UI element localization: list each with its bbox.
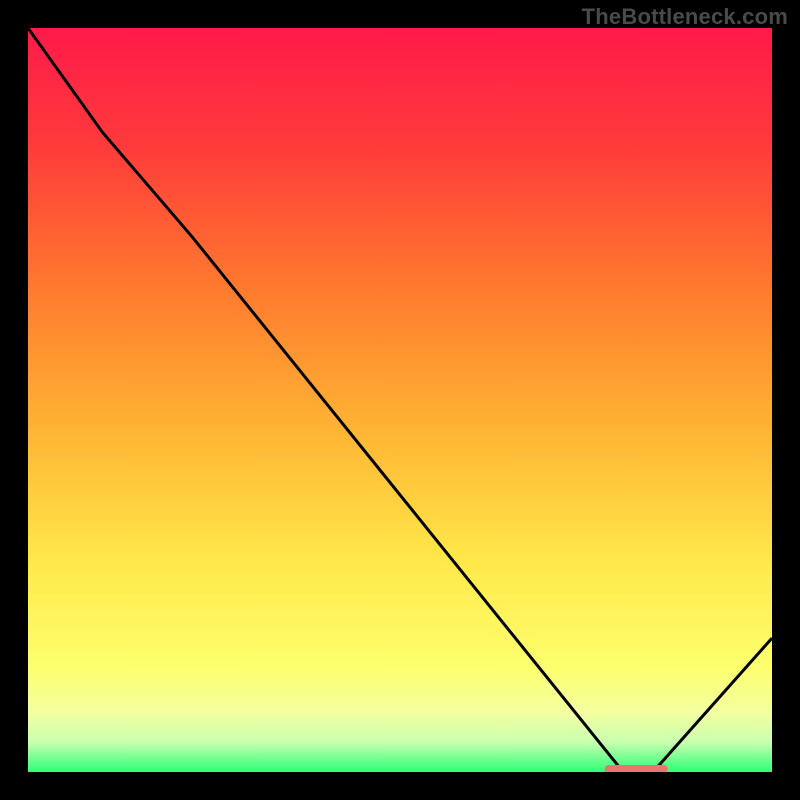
gradient-background xyxy=(28,28,772,772)
chart-svg xyxy=(28,28,772,772)
marker-segment xyxy=(605,765,668,772)
plot-area xyxy=(28,28,772,772)
watermark-text: TheBottleneck.com xyxy=(582,4,788,30)
chart-container: TheBottleneck.com xyxy=(0,0,800,800)
